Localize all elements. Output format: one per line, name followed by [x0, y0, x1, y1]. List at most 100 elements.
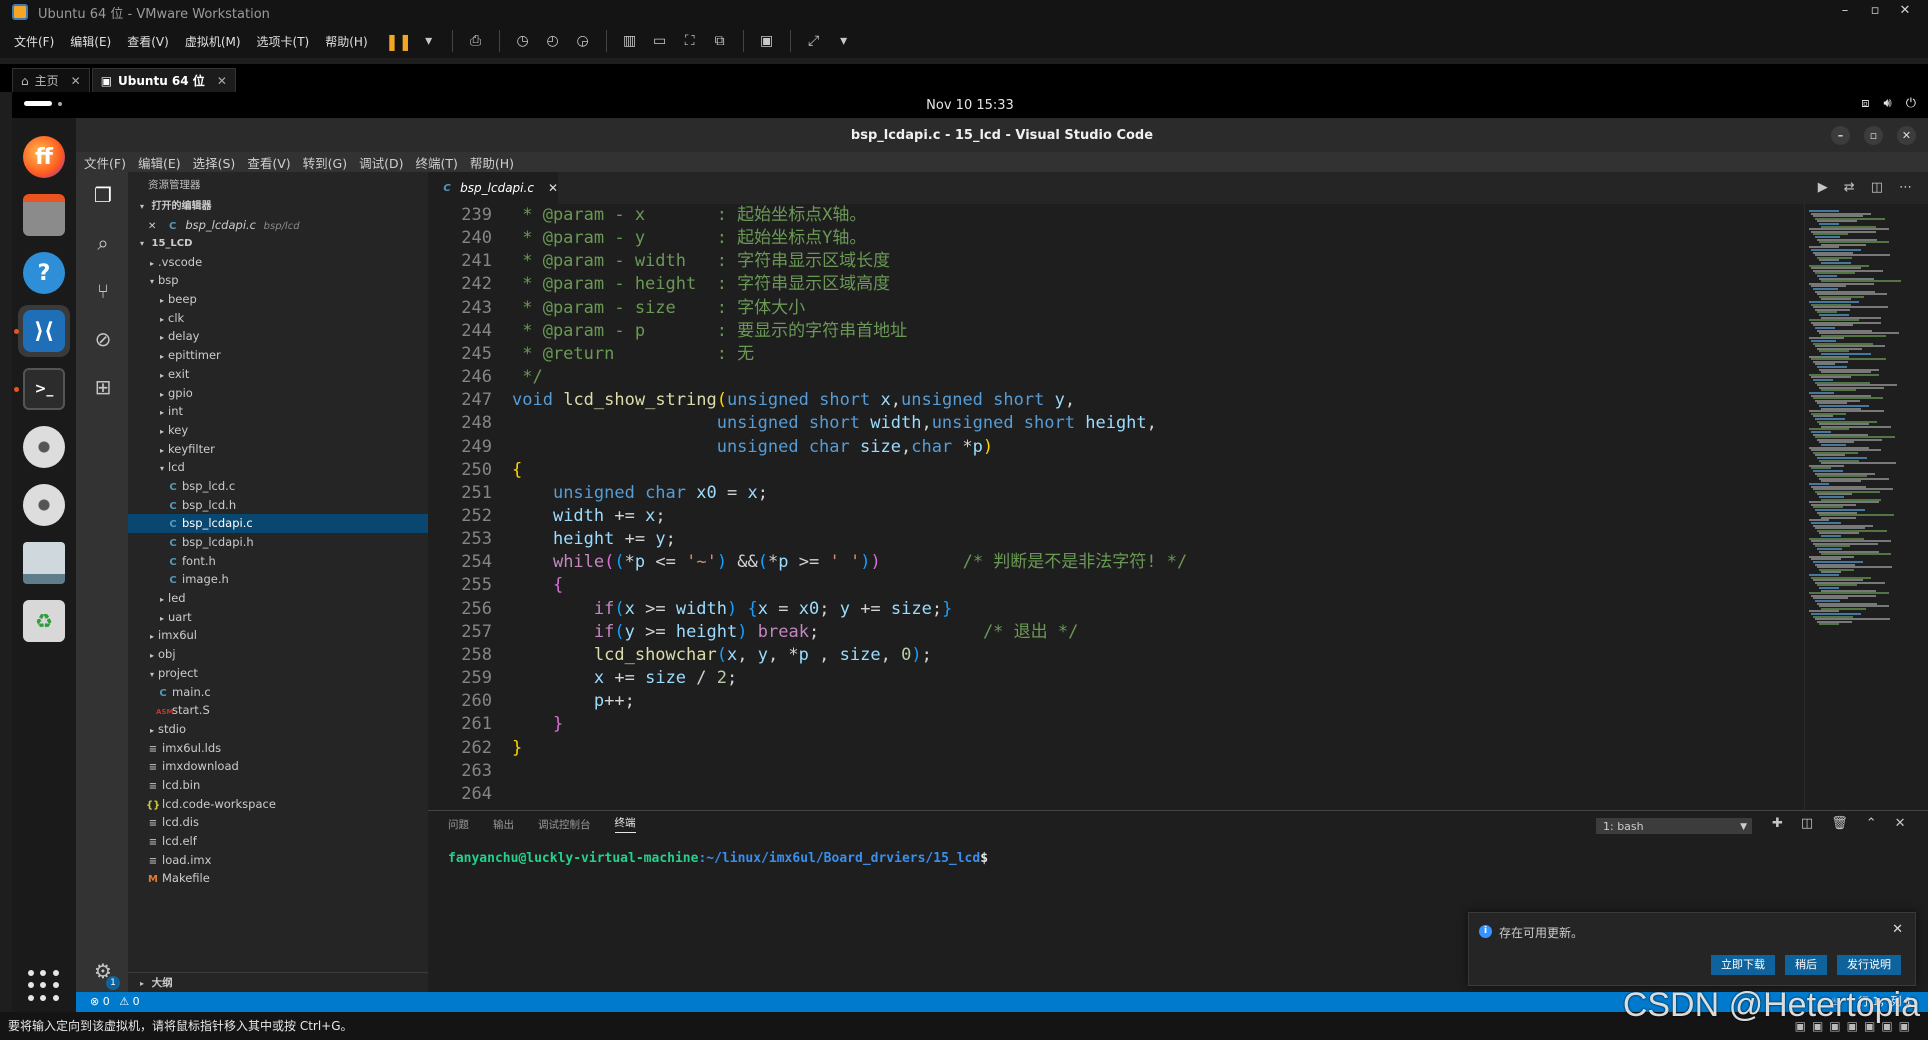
panel-tab-problems[interactable]: 问题 — [448, 817, 469, 832]
dropdown-arrow-icon[interactable]: ▾ — [833, 31, 855, 51]
network-icon[interactable]: ⧈ — [1861, 96, 1869, 111]
close-tab-icon[interactable]: ✕ — [548, 181, 558, 195]
tree-file[interactable]: ≡ lcd.bin — [128, 776, 428, 795]
tree-file[interactable]: Cbsp_lcd.h — [128, 496, 428, 515]
tree-folder[interactable]: ▸ stdio — [128, 720, 428, 739]
tree-folder[interactable]: ▸ obj — [128, 645, 428, 664]
dock-terminal[interactable]: >_ — [14, 363, 70, 415]
tree-folder[interactable]: ▸ led — [128, 589, 428, 608]
more-actions-icon[interactable]: ⋯ — [1899, 180, 1912, 195]
tree-folder[interactable]: ▸ uart — [128, 608, 428, 627]
dock-help[interactable]: ? — [18, 247, 70, 299]
close-notification-icon[interactable]: ✕ — [1892, 922, 1903, 937]
terminal-prompt[interactable]: fanyanchu@luckly-virtual-machine:~/linux… — [448, 851, 988, 866]
snapshot-icon[interactable]: ◷ — [512, 31, 534, 51]
tree-folder[interactable]: ▸ keyfilter — [128, 440, 428, 459]
tab-ubuntu[interactable]: ▣ Ubuntu 64 位 ✕ — [91, 68, 236, 92]
tree-folder[interactable]: ▸ int — [128, 402, 428, 421]
menu-terminal[interactable]: 终端(T) — [415, 153, 457, 172]
release-notes-button[interactable]: 发行说明 — [1837, 955, 1901, 975]
open-editor-item[interactable]: ✕ C bsp_lcdapi.c bsp/lcd — [128, 216, 428, 235]
tree-folder[interactable]: ▸ delay — [128, 327, 428, 346]
search-icon[interactable]: ⌕ — [90, 230, 116, 256]
close-tab-icon[interactable]: ✕ — [71, 74, 81, 88]
send-ctrl-alt-del-icon[interactable]: ⎙ — [465, 31, 487, 51]
tree-file[interactable]: Cbsp_lcdapi.h — [128, 533, 428, 552]
run-icon[interactable]: ▶ — [1818, 180, 1828, 195]
vm-menu-view[interactable]: 查看(V) — [127, 33, 169, 50]
tree-folder[interactable]: ▸ exit — [128, 365, 428, 384]
tree-file[interactable]: ≡ lcd.dis — [128, 813, 428, 832]
problems-indicator[interactable]: ⊗ 0 ⚠ 0 — [90, 992, 140, 1012]
tree-folder[interactable]: ▾ project — [128, 664, 428, 683]
tree-file[interactable]: ≡ imx6ul.lds — [128, 739, 428, 758]
menu-help[interactable]: 帮助(H) — [470, 153, 514, 172]
explorer-icon[interactable]: ❐ — [90, 182, 116, 208]
tree-file[interactable]: M Makefile — [128, 869, 428, 888]
compare-changes-icon[interactable]: ⇄ — [1844, 180, 1855, 195]
pause-icon[interactable]: ❚❚ — [385, 31, 412, 51]
editor-scrollbar[interactable] — [1914, 204, 1928, 810]
close-editor-icon[interactable]: ✕ — [148, 218, 162, 237]
panel-tab-terminal[interactable]: 终端 — [614, 815, 636, 833]
dock-vscode[interactable]: ⟩⟨ — [14, 305, 70, 357]
debug-icon[interactable]: ⊘ — [90, 326, 116, 352]
close-tab-icon[interactable]: ✕ — [217, 74, 227, 88]
tree-folder[interactable]: ▸ epittimer — [128, 346, 428, 365]
close-icon[interactable]: ✕ — [1890, 0, 1920, 22]
activities-indicator[interactable] — [24, 101, 52, 106]
close-icon[interactable]: ✕ — [1897, 126, 1916, 145]
library-view-icon[interactable]: ▥ — [619, 31, 641, 51]
snapshot-manager-icon[interactable]: ◶ — [572, 31, 594, 51]
tree-file[interactable]: ≡ imxdownload — [128, 757, 428, 776]
later-button[interactable]: 稍后 — [1785, 955, 1827, 975]
menu-debug[interactable]: 调试(D) — [359, 153, 403, 172]
vm-menu-help[interactable]: 帮助(H) — [325, 33, 367, 50]
dock-disc-1[interactable] — [18, 421, 70, 473]
editor-tab-active[interactable]: C bsp_lcdapi.c ✕ — [428, 172, 558, 204]
code-editor[interactable]: 239 * @param - x : 起始坐标点X轴。 240 * @param … — [428, 204, 1804, 810]
tree-file[interactable]: Cimage.h — [128, 570, 428, 589]
power-icon[interactable]: ⏻ — [1906, 96, 1916, 111]
menu-view[interactable]: 查看(V) — [247, 153, 290, 172]
minimap[interactable] — [1804, 204, 1914, 810]
kill-terminal-icon[interactable]: 🗑︎ — [1831, 816, 1848, 831]
extensions-icon[interactable]: ⊞ — [90, 374, 116, 400]
clock[interactable]: Nov 10 15:33 — [926, 98, 1014, 113]
tree-file[interactable]: Cbsp_lcd.c — [128, 477, 428, 496]
tab-home[interactable]: ⌂ 主页 ✕ — [12, 68, 90, 92]
vm-menu-tabs[interactable]: 选项卡(T) — [257, 33, 310, 50]
panel-tab-debug-console[interactable]: 调试控制台 — [538, 817, 591, 832]
tree-folder[interactable]: ▸ clk — [128, 309, 428, 328]
tree-folder[interactable]: ▸ imx6ul — [128, 626, 428, 645]
outline-header[interactable]: ▸ 大纲 — [128, 972, 428, 992]
dock-trash[interactable]: ♻ — [18, 595, 70, 647]
maximize-panel-icon[interactable]: ⌃ — [1866, 816, 1877, 831]
menu-selection[interactable]: 选择(S) — [193, 153, 236, 172]
vm-menu-vm[interactable]: 虚拟机(M) — [185, 33, 241, 50]
source-control-icon[interactable]: ⑂ — [90, 278, 116, 304]
maximize-icon[interactable]: ▫ — [1860, 0, 1890, 22]
tree-file[interactable]: Cfont.h — [128, 552, 428, 571]
open-editors-header[interactable]: ▾ 打开的编辑器 — [128, 198, 428, 216]
tree-folder[interactable]: ▾ bsp — [128, 271, 428, 290]
unity-icon[interactable]: ⧉ — [709, 31, 731, 51]
restore-icon[interactable]: ▫ — [1864, 126, 1883, 145]
tree-folder[interactable]: ▸ .vscode — [128, 253, 428, 272]
menu-file[interactable]: 文件(F) — [84, 153, 126, 172]
tree-folder[interactable]: ▾ lcd — [128, 458, 428, 477]
split-terminal-icon[interactable]: ◫ — [1801, 816, 1813, 831]
tree-file[interactable]: Cmain.c — [128, 683, 428, 702]
tree-folder[interactable]: ▸ gpio — [128, 384, 428, 403]
show-applications-icon[interactable] — [28, 970, 60, 1002]
close-panel-icon[interactable]: ✕ — [1895, 816, 1906, 831]
fullscreen-icon[interactable]: ⛶ — [679, 31, 701, 51]
new-terminal-icon[interactable]: ✚ — [1772, 816, 1783, 831]
minimize-icon[interactable]: – — [1830, 0, 1860, 22]
vm-menu-edit[interactable]: 编辑(E) — [70, 33, 111, 50]
minimize-icon[interactable]: – — [1831, 126, 1850, 145]
tree-folder[interactable]: ▸ key — [128, 421, 428, 440]
dock-files[interactable] — [18, 189, 70, 241]
tree-file[interactable]: ≡ lcd.elf — [128, 832, 428, 851]
console-view-icon[interactable]: ▣ — [756, 31, 778, 51]
